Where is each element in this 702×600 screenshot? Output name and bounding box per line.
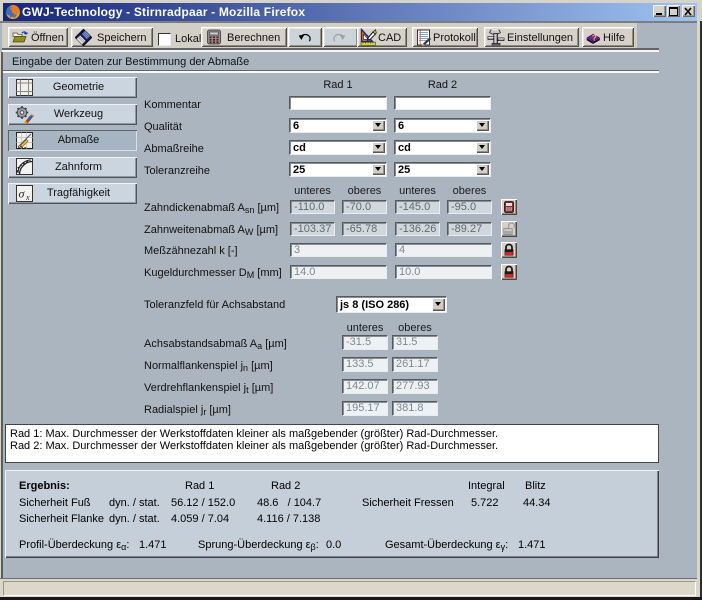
svg-text:x: x [25, 193, 30, 202]
svg-text:?: ? [592, 33, 597, 43]
